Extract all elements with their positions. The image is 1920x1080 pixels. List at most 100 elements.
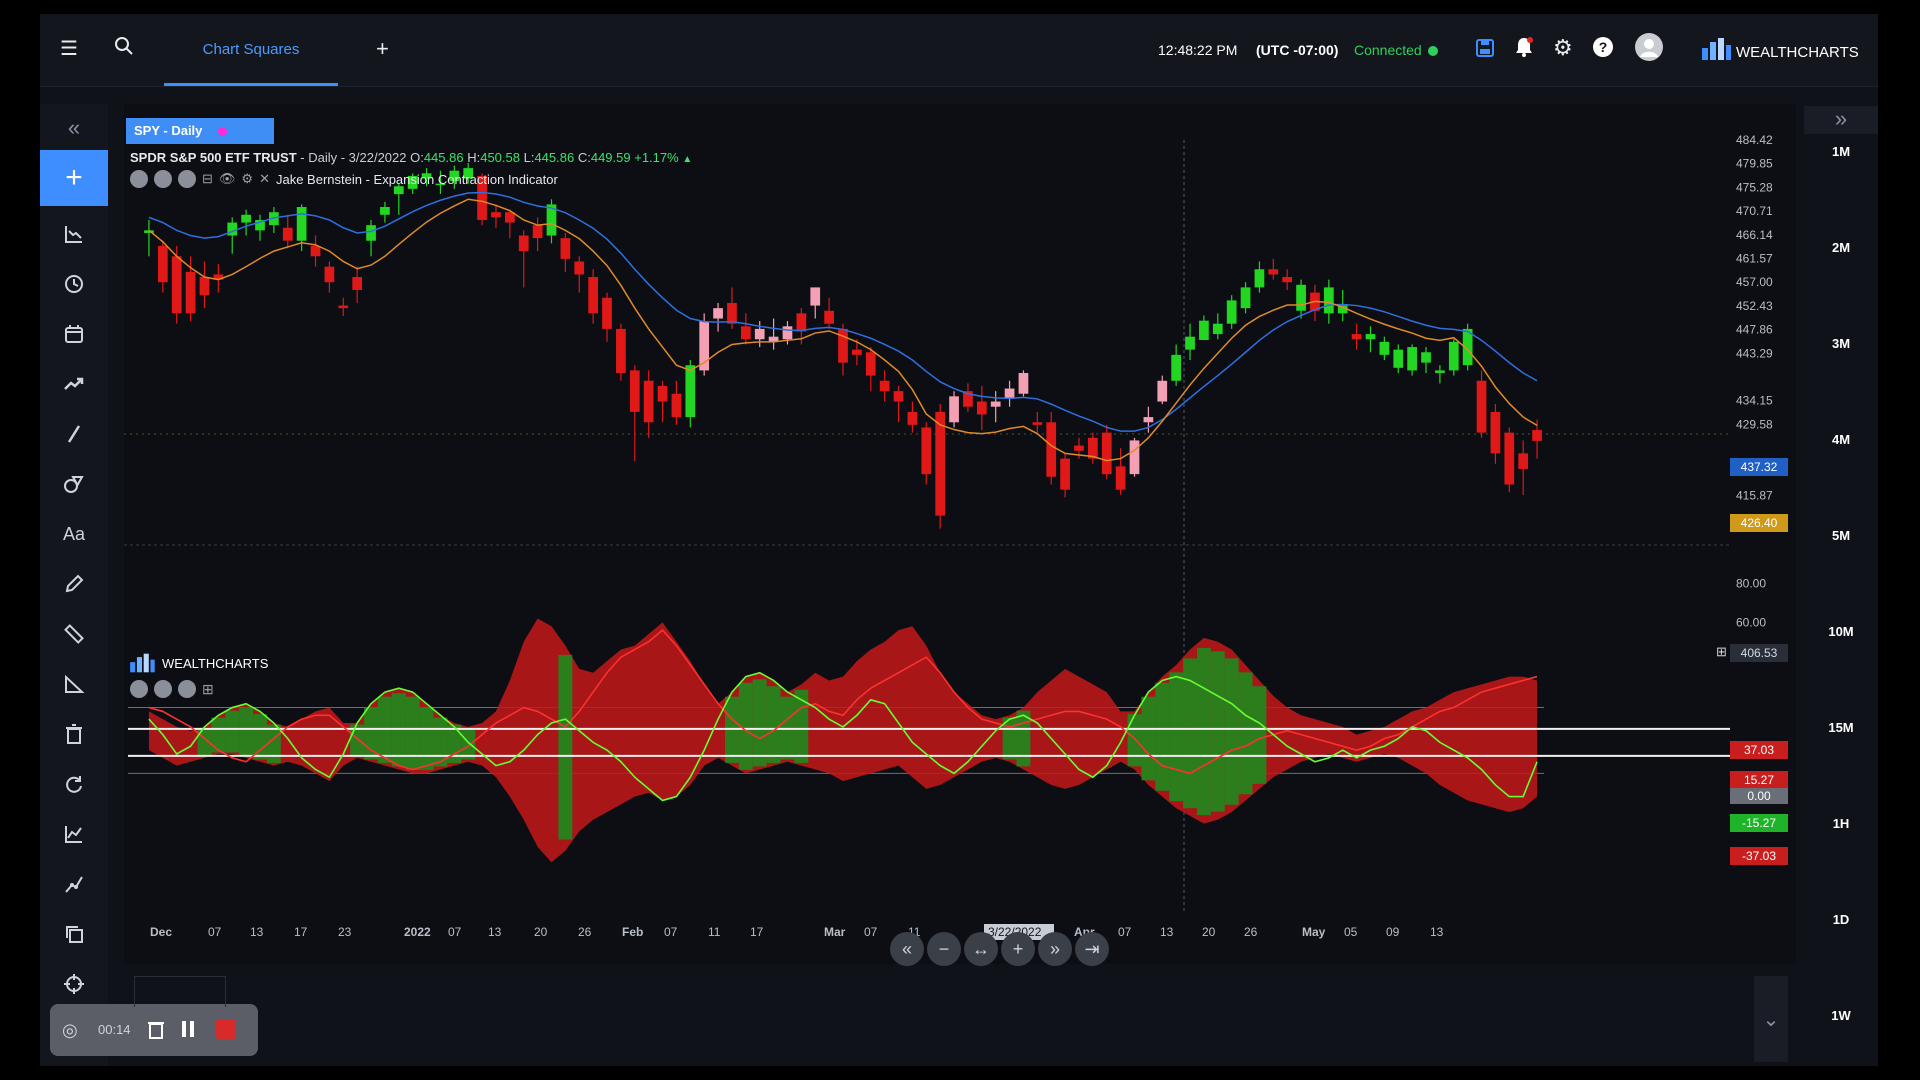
add-tool-button[interactable]: + xyxy=(40,150,108,206)
candle-body xyxy=(518,235,529,252)
osc-up-icon[interactable] xyxy=(178,680,196,698)
eye-icon[interactable]: 👁 xyxy=(219,171,236,187)
collapse-right-icon[interactable]: » xyxy=(1804,106,1878,134)
timeframe-4m[interactable]: 4M xyxy=(1804,432,1878,447)
timeframe-15m[interactable]: 15M xyxy=(1804,720,1878,735)
indicator-icon[interactable] xyxy=(40,814,108,854)
chart-area[interactable]: 484.42 479.85 475.28 470.71 466.14 461.57 457.… xyxy=(124,104,1796,966)
gear-icon[interactable]: ⚙ xyxy=(1553,35,1573,61)
osc-expand-icon[interactable]: ⊞ xyxy=(202,681,214,698)
candle-body xyxy=(893,391,904,402)
candle-body xyxy=(491,212,501,218)
indicator-up-icon[interactable] xyxy=(178,170,196,188)
candle-body xyxy=(852,349,862,355)
collapse-bottom-icon[interactable]: ⌄ xyxy=(1754,976,1788,1062)
search-icon[interactable] xyxy=(114,36,134,62)
candle-body xyxy=(657,385,668,402)
time-axis-label: 20 xyxy=(534,925,548,939)
tab-chart-squares[interactable]: Chart Squares xyxy=(164,14,338,86)
candle-body xyxy=(1240,287,1251,309)
collapse-left-icon[interactable]: « xyxy=(40,108,108,148)
candle-body xyxy=(935,411,946,516)
timeframe-1w[interactable]: 1W xyxy=(1804,1008,1878,1023)
minimize-icon[interactable]: ⊟ xyxy=(202,171,213,187)
candle-body xyxy=(1476,380,1487,433)
price-chart[interactable]: 484.42 479.85 475.28 470.71 466.14 461.57 457.… xyxy=(124,104,1796,964)
scroll-back-fast-icon[interactable]: « xyxy=(890,932,924,966)
jump-to-end-icon[interactable]: ⇥ xyxy=(1075,932,1109,966)
osc-down-icon[interactable] xyxy=(154,680,172,698)
timeframe-2m[interactable]: 2M xyxy=(1804,240,1878,255)
crosshair-icon[interactable] xyxy=(40,964,108,1004)
line-tool-icon[interactable] xyxy=(40,414,108,454)
indicator-down-icon[interactable] xyxy=(154,170,172,188)
instrument-info: SPDR S&P 500 ETF TRUST - Daily - 3/22/20… xyxy=(130,150,692,165)
instrument-name: SPDR S&P 500 ETF TRUST xyxy=(130,150,297,165)
candle-body xyxy=(1171,354,1182,381)
timeframe-10m[interactable]: 10M xyxy=(1804,624,1878,639)
menu-icon[interactable]: ☰ xyxy=(60,36,78,61)
candle-body xyxy=(1226,300,1237,324)
ruler-icon[interactable] xyxy=(40,614,108,654)
timeframe-1d[interactable]: 1D xyxy=(1804,912,1878,927)
recorder-delete-icon[interactable] xyxy=(146,1018,166,1045)
clock-icon[interactable] xyxy=(40,264,108,304)
candle-body xyxy=(574,261,585,275)
osc-contraction-area xyxy=(1141,696,1156,781)
price-badge-blue: 437.32 xyxy=(1730,458,1788,476)
calendar-icon[interactable] xyxy=(40,314,108,354)
settings-icon[interactable]: ⚙ xyxy=(241,171,253,187)
zoom-out-icon[interactable]: − xyxy=(927,932,961,966)
timeframe-bar: » 1M 2M 3M 4M 5M 10M 15M 1H 1D 1W xyxy=(1804,104,1878,1066)
osc-contraction-area xyxy=(1016,710,1031,767)
fit-width-icon[interactable]: ↔ xyxy=(964,932,998,966)
zoom-in-icon[interactable]: + xyxy=(1001,932,1035,966)
help-icon[interactable]: ? xyxy=(1592,36,1614,64)
timeframe-1h[interactable]: 1H xyxy=(1804,816,1878,831)
timezone: (UTC -07:00) xyxy=(1256,42,1339,58)
osc-toggle-icon[interactable] xyxy=(130,680,148,698)
status-dot xyxy=(1428,46,1438,56)
candle-body xyxy=(907,411,918,425)
screen-recorder: ◎ 00:14 xyxy=(50,1004,258,1056)
scatter-icon[interactable] xyxy=(40,864,108,904)
save-icon[interactable] xyxy=(1475,38,1495,64)
close-icon[interactable]: ✕ xyxy=(259,171,270,187)
recorder-pause-icon[interactable] xyxy=(180,1019,196,1044)
time-axis-label: 09 xyxy=(1386,925,1400,939)
candle-body xyxy=(1046,422,1057,477)
candle-body xyxy=(740,326,751,340)
candle-body xyxy=(810,287,821,306)
timeframe-5m[interactable]: 5M xyxy=(1804,528,1878,543)
shapes-icon[interactable] xyxy=(40,464,108,504)
bell-icon[interactable] xyxy=(1514,36,1534,64)
text-tool-icon[interactable]: Aa xyxy=(40,514,108,554)
candle-body xyxy=(185,271,196,314)
scroll-forward-fast-icon[interactable]: » xyxy=(1038,932,1072,966)
candle-body xyxy=(171,256,182,314)
indicator-label: Jake Bernstein - Expansion Contraction I… xyxy=(275,171,558,187)
trash-icon[interactable] xyxy=(40,714,108,754)
angle-icon[interactable] xyxy=(40,664,108,704)
chart-type-icon[interactable] xyxy=(40,214,108,254)
refresh-icon[interactable] xyxy=(40,764,108,804)
time-axis-label: 23 xyxy=(338,925,352,939)
osc-contraction-area xyxy=(1169,672,1184,802)
chart-tab-spy[interactable]: SPY - Daily xyxy=(126,118,274,144)
pencil-icon[interactable] xyxy=(40,564,108,604)
trend-icon[interactable] xyxy=(40,364,108,404)
avatar-icon[interactable] xyxy=(1634,32,1664,68)
timeframe-3m[interactable]: 3M xyxy=(1804,336,1878,351)
plus-icon[interactable]: + xyxy=(376,36,389,62)
time-axis-label: 05 xyxy=(1344,925,1358,939)
recorder-stop-icon[interactable] xyxy=(216,1019,236,1039)
candle-body xyxy=(782,326,793,340)
timeframe-1m[interactable]: 1M xyxy=(1804,144,1878,159)
candle-body xyxy=(879,380,890,392)
candle-body xyxy=(713,308,723,319)
add-alert-icon[interactable]: ⊞ xyxy=(1716,644,1727,660)
candle-body xyxy=(1282,277,1293,283)
copy-icon[interactable] xyxy=(40,914,108,954)
indicator-toggle-icon[interactable] xyxy=(130,170,148,188)
svg-text:?: ? xyxy=(1599,39,1608,55)
